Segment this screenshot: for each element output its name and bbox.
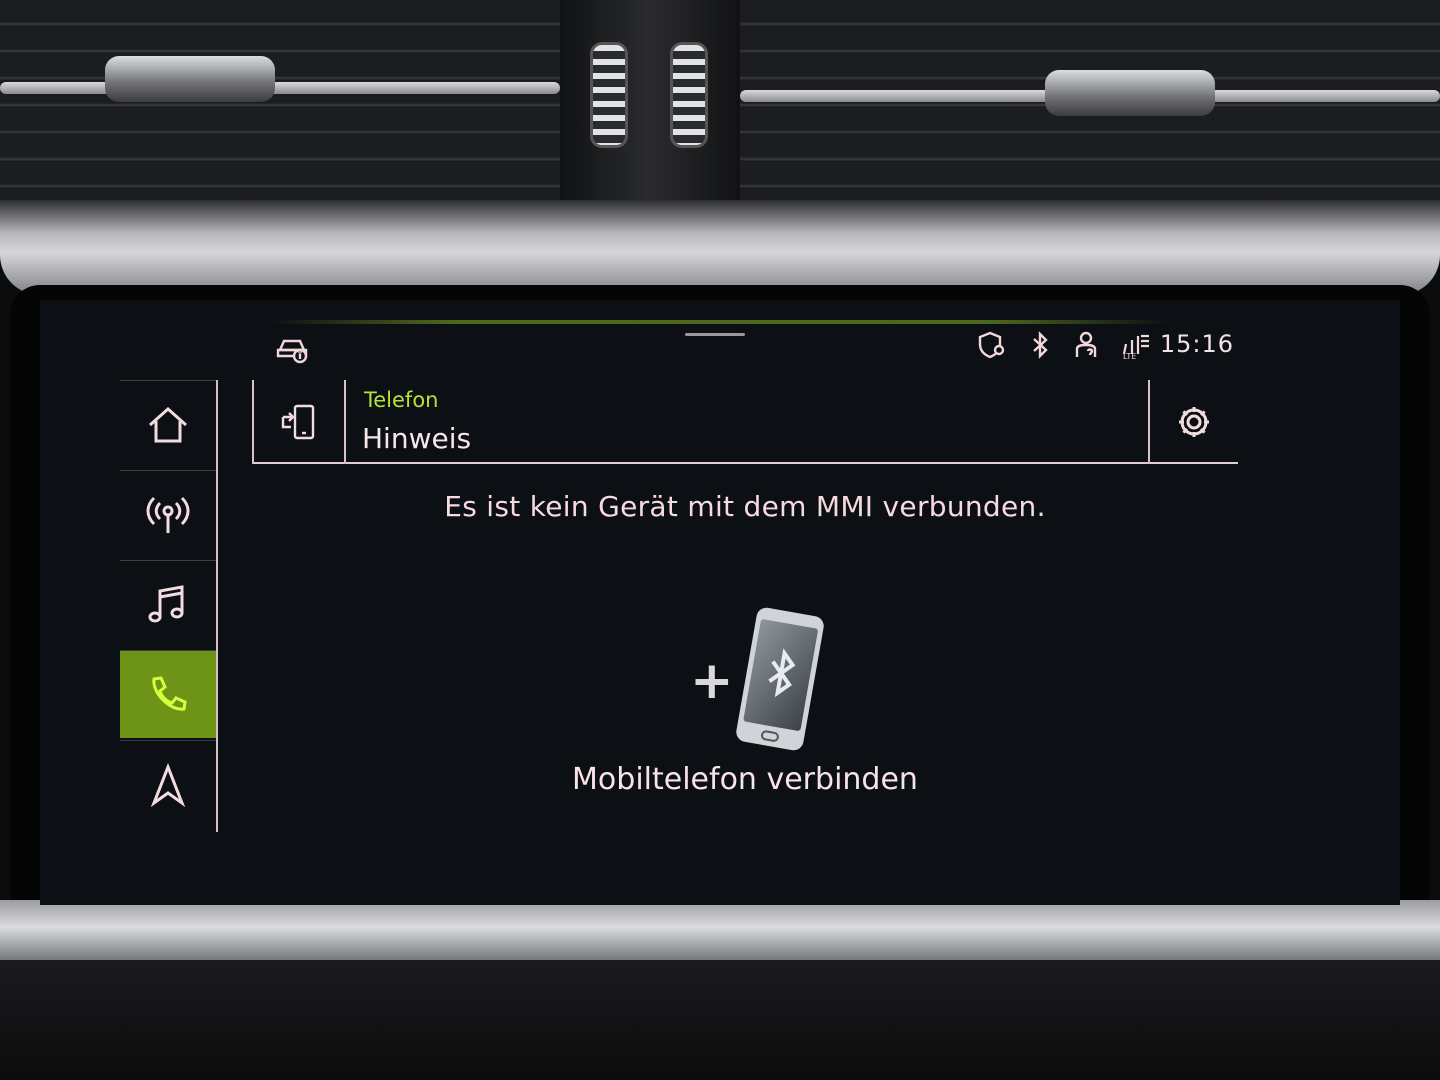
status-accent-line [270,320,1170,324]
air-vent-right [740,0,1440,215]
car-info-icon[interactable] [276,334,310,364]
nav-phone[interactable] [120,650,216,738]
side-navigation [120,380,218,832]
music-icon [148,584,184,622]
lte-icon: LTE [1122,330,1150,361]
nav-navigation[interactable] [120,740,216,828]
clock: 15:16 [1159,330,1234,358]
no-device-message: Es ist kein Gerät mit dem MMI verbunden. [444,490,1046,523]
vent-control-center [560,0,740,210]
radio-icon [146,496,190,533]
shield-location-icon [978,330,1006,360]
nav-home[interactable] [120,380,216,468]
phone-transfer-icon [281,404,315,440]
svg-text:LTE: LTE [1123,352,1136,360]
nav-media[interactable] [120,560,216,648]
home-icon [149,406,187,442]
connect-phone-button[interactable]: + [660,605,840,755]
bluetooth-icon [1026,330,1054,360]
connect-phone-label[interactable]: Mobiltelefon verbinden [252,762,1238,797]
dashboard-trim-top [0,200,1440,295]
mmi-screen: LTE 15:16 Telefon Hinweis Es ist kein Ge… [40,300,1400,905]
phone-icon [152,675,187,711]
bluetooth-phone-add-icon [736,607,824,751]
page-header: Telefon Hinweis [252,380,1238,464]
settings-button[interactable] [1148,380,1238,464]
phone-transfer-button[interactable] [252,380,346,464]
dashboard-trim-bottom [0,900,1440,960]
page-title: Hinweis [362,422,472,455]
vent-roller-right[interactable] [670,42,708,148]
gear-icon [1179,407,1209,437]
plus-icon: + [690,651,734,711]
pull-down-handle[interactable] [685,333,745,336]
dashboard-lower [0,960,1440,1080]
status-icons: LTE [978,330,1150,361]
vent-roller-left[interactable] [590,42,628,148]
nav-radio[interactable] [120,470,216,558]
navigation-icon [150,762,186,807]
breadcrumb: Telefon [364,388,439,412]
user-help-icon [1074,330,1102,360]
air-vent-left [0,0,560,215]
